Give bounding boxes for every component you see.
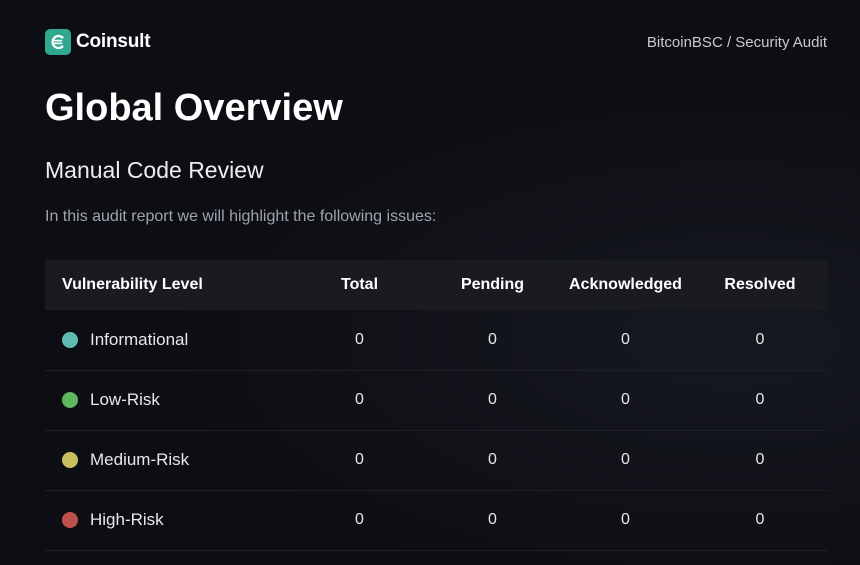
total-cell: 0 [355, 330, 364, 348]
medium-risk-dot-icon [62, 452, 78, 468]
resolved-cell: 0 [755, 511, 765, 528]
coinsult-logo-icon [45, 29, 71, 55]
brand[interactable]: Coinsult [45, 29, 151, 55]
brand-name: Coinsult [76, 31, 151, 52]
pending-cell: 0 [488, 451, 497, 468]
table-row: Low-Risk 0 0 0 0 [45, 370, 828, 430]
column-header-total: Total [340, 276, 379, 293]
level-label: Informational [90, 329, 189, 349]
level-cell: High-Risk [45, 490, 293, 550]
acknowledged-cell: 0 [621, 391, 630, 408]
vulnerability-table: Vulnerability Level Total Pending Acknow… [45, 260, 828, 551]
pending-cell: 0 [488, 330, 497, 348]
level-label: Low-Risk [90, 390, 160, 409]
column-header-resolved: Resolved [724, 276, 796, 293]
level-cell: Informational [45, 310, 293, 370]
column-header-acknowledged: Acknowledged [569, 276, 682, 293]
level-cell: Medium-Risk [45, 430, 293, 490]
high-risk-dot-icon [62, 512, 78, 528]
page-title: Global Overview [45, 87, 343, 129]
low-risk-dot-icon [62, 392, 78, 408]
level-cell: Low-Risk [45, 370, 293, 430]
total-cell: 0 [355, 391, 364, 408]
breadcrumb: BitcoinBSC / Security Audit [646, 33, 827, 51]
level-label: Medium-Risk [90, 450, 190, 469]
informational-dot-icon [62, 331, 78, 348]
pending-cell: 0 [488, 391, 497, 408]
column-header-vulnerability-level: Vulnerability Level [62, 276, 203, 293]
total-cell: 0 [355, 511, 364, 528]
acknowledged-cell: 0 [621, 511, 630, 528]
resolved-cell: 0 [755, 391, 765, 408]
table-header-row: Vulnerability Level Total Pending Acknow… [45, 260, 828, 310]
acknowledged-cell: 0 [621, 330, 630, 348]
level-label: High-Risk [90, 510, 164, 529]
table-row: Medium-Risk 0 0 0 0 [45, 430, 828, 490]
pending-cell: 0 [488, 511, 497, 528]
section-title: Manual Code Review [45, 157, 264, 183]
header: Coinsult BitcoinBSC / Security Audit [45, 28, 827, 56]
table-row: Informational 0 0 0 0 [45, 310, 828, 370]
resolved-cell: 0 [755, 451, 765, 468]
resolved-cell: 0 [755, 330, 765, 348]
table-row: High-Risk 0 0 0 0 [45, 490, 828, 550]
total-cell: 0 [355, 451, 364, 468]
intro-text: In this audit report we will highlight t… [45, 208, 437, 225]
acknowledged-cell: 0 [621, 451, 630, 468]
column-header-pending: Pending [460, 276, 525, 293]
